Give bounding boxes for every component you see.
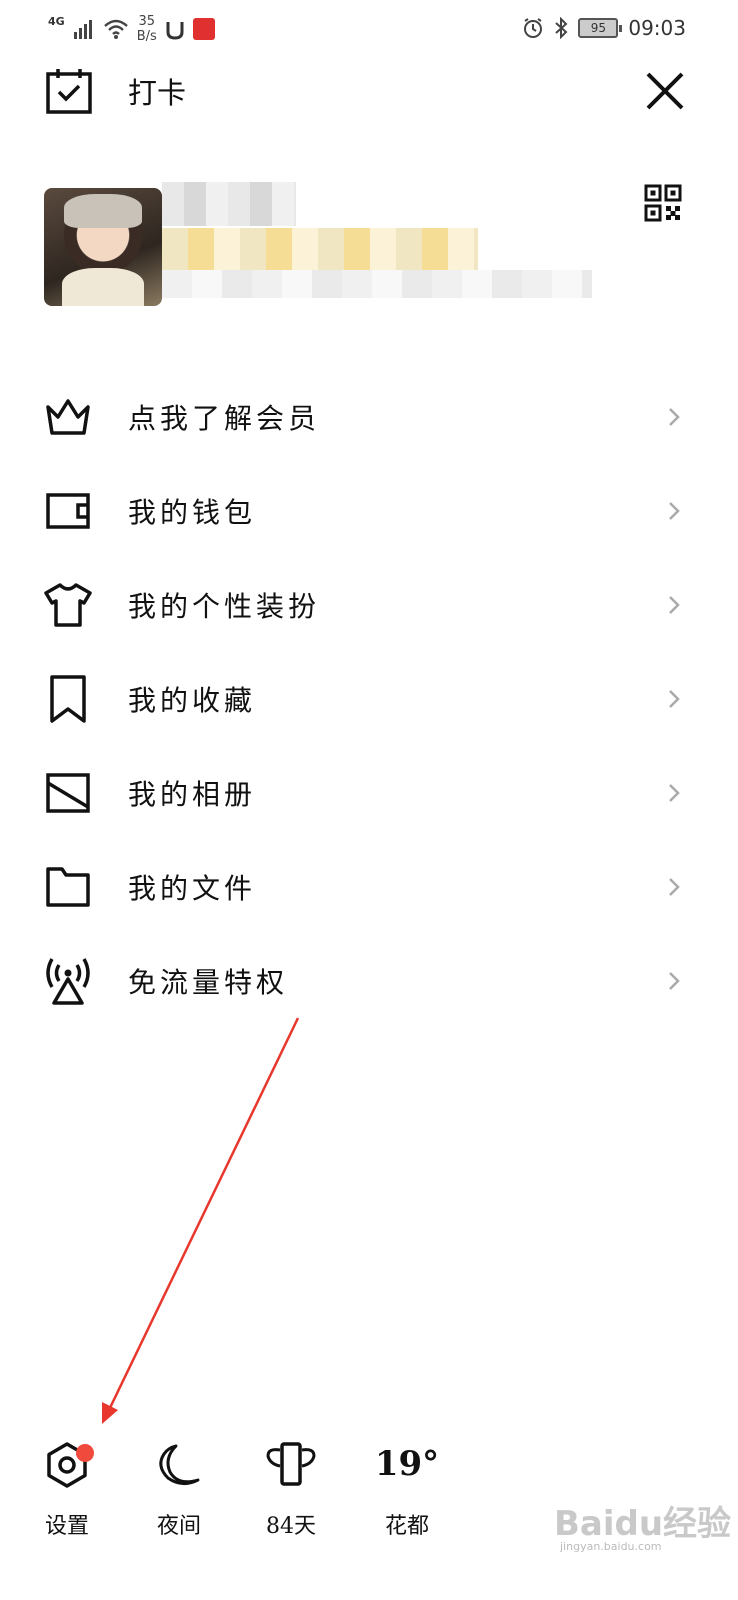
- settings-label: 设置: [44, 1514, 89, 1539]
- qr-code-icon[interactable]: [644, 184, 682, 222]
- bookmark-icon: [50, 675, 86, 723]
- status-bar: 4G 35 B/s 95 09:03: [0, 0, 738, 60]
- days-label: 84天: [266, 1514, 316, 1539]
- menu-label: 我的文件: [128, 872, 257, 905]
- tshirt-icon: [44, 583, 92, 627]
- watermark-url: jingyan.baidu.com: [560, 1540, 662, 1553]
- checkin-label[interactable]: 打卡: [128, 70, 186, 112]
- avatar-shirt: [62, 268, 144, 306]
- app-badge-icon: [192, 18, 215, 40]
- winged-phone-icon: [266, 1442, 316, 1486]
- app-notification-icon: [166, 22, 184, 40]
- crown-icon: [46, 399, 90, 435]
- menu-label: 免流量特权: [128, 966, 289, 999]
- menu-item-free-data[interactable]: 免流量特权: [0, 934, 738, 1028]
- chevron-right-icon: [669, 878, 680, 896]
- chevron-right-icon: [669, 784, 680, 802]
- settings-button[interactable]: 设置: [22, 1430, 112, 1550]
- menu-item-files[interactable]: 我的文件: [0, 840, 738, 934]
- wallet-icon: [46, 493, 90, 529]
- chevron-right-icon: [669, 690, 680, 708]
- chevron-right-icon: [669, 408, 680, 426]
- menu-label: 我的相册: [128, 778, 257, 811]
- close-icon[interactable]: [640, 66, 690, 116]
- status-time: 09:03: [628, 16, 686, 40]
- speed-unit: B/s: [136, 29, 157, 44]
- cell-signal-icon: [73, 20, 92, 39]
- avatar[interactable]: [44, 188, 162, 306]
- menu-label: 我的收藏: [128, 684, 257, 717]
- folder-icon: [46, 867, 90, 907]
- moon-icon: [159, 1444, 200, 1485]
- menu-label: 点我了解会员: [128, 402, 321, 435]
- network-speed: 35 B/s: [137, 14, 157, 44]
- username-blurred[interactable]: [162, 182, 296, 226]
- header: 打卡: [0, 60, 738, 120]
- chevron-right-icon: [669, 502, 680, 520]
- status-left: 4G 35 B/s: [48, 14, 215, 44]
- weather-city: 花都: [384, 1514, 429, 1539]
- alarm-icon: [524, 18, 543, 38]
- settings-notification-dot: [76, 1444, 94, 1462]
- menu-item-album[interactable]: 我的相册: [0, 746, 738, 840]
- calendar-check-icon[interactable]: [44, 66, 94, 116]
- night-mode-button[interactable]: 夜间: [134, 1430, 224, 1550]
- menu-label: 我的钱包: [128, 496, 257, 529]
- speed-value: 35: [138, 14, 155, 29]
- status-right: 95 09:03: [522, 16, 686, 40]
- battery-indicator: 95: [578, 18, 623, 38]
- watermark-logo: Baidu经验: [554, 1504, 732, 1544]
- network-type: 4G: [48, 14, 65, 28]
- signal-tower-icon: [46, 958, 90, 1005]
- menu-item-wallet[interactable]: 我的钱包: [0, 464, 738, 558]
- wifi-icon: [103, 19, 128, 39]
- weather-temp: 19°: [374, 1444, 440, 1484]
- chevron-right-icon: [669, 972, 680, 990]
- menu-label: 我的个性装扮: [128, 590, 321, 623]
- bluetooth-icon: [555, 17, 568, 39]
- weather-button[interactable]: 19° 花都: [362, 1430, 452, 1550]
- menu-item-membership[interactable]: 点我了解会员: [0, 370, 738, 464]
- menu-item-themes[interactable]: 我的个性装扮: [0, 558, 738, 652]
- night-label: 夜间: [156, 1514, 201, 1539]
- menu-item-favorites[interactable]: 我的收藏: [0, 652, 738, 746]
- signature-blurred: [162, 270, 592, 298]
- avatar-hat: [64, 194, 142, 228]
- vip-badge-blurred: [162, 228, 478, 270]
- image-icon: [46, 773, 90, 813]
- days-button[interactable]: 84天: [246, 1430, 336, 1550]
- chevron-right-icon: [669, 596, 680, 614]
